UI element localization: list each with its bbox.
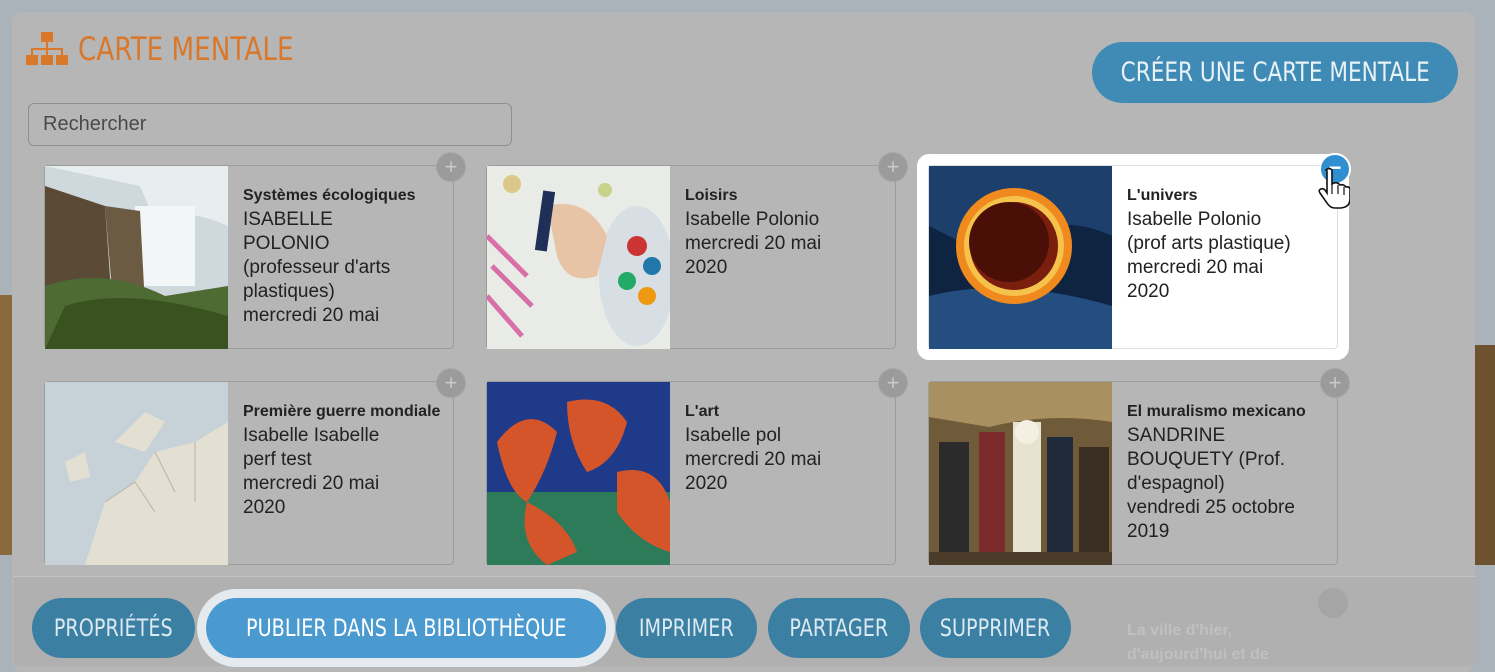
sitemap-icon bbox=[26, 32, 68, 65]
card-detail-line: vendredi 25 octobre bbox=[1127, 497, 1295, 518]
card-title: L'art bbox=[685, 403, 720, 420]
publish-to-library-button[interactable]: PUBLIER DANS LA BIBLIOTHÈQUE bbox=[206, 598, 606, 658]
select-card-icon[interactable]: + bbox=[436, 152, 466, 182]
background-decoration-right bbox=[1475, 345, 1495, 565]
share-button[interactable]: PARTAGER bbox=[768, 598, 910, 658]
card-title: Systèmes écologiques bbox=[243, 187, 416, 204]
mind-map-card[interactable]: Première guerre mondiale Isabelle Isabell… bbox=[44, 368, 466, 565]
card-thumbnail bbox=[45, 166, 228, 349]
select-card-icon[interactable]: + bbox=[878, 152, 908, 182]
card-title: Première guerre mondiale bbox=[243, 403, 441, 420]
mind-map-card[interactable]: L'univers Isabelle Polonio (prof arts plas… bbox=[928, 153, 1351, 349]
select-card-icon[interactable]: + bbox=[878, 368, 908, 398]
card-thumbnail bbox=[487, 382, 670, 565]
mind-map-card[interactable]: Systèmes écologiques ISABELLE POLONIO (prof… bbox=[44, 152, 466, 349]
card-detail-line: ISABELLE bbox=[243, 209, 333, 230]
card-thumbnail bbox=[929, 166, 1112, 349]
card-detail-line: mercredi 20 mai bbox=[685, 449, 822, 470]
page-title: CARTE MENTALE bbox=[78, 30, 294, 68]
card-detail-line: (professeur d'arts bbox=[243, 257, 391, 278]
card-detail-line: plastiques) bbox=[243, 281, 335, 302]
card-detail-line: mercredi 20 mai bbox=[243, 473, 380, 494]
card-info: Systèmes écologiques ISABELLE POLONIO (prof… bbox=[243, 184, 445, 346]
card-info: Première guerre mondiale Isabelle Isabell… bbox=[243, 400, 445, 562]
card-detail-line: 2020 bbox=[1127, 281, 1170, 302]
select-card-icon[interactable]: + bbox=[436, 368, 466, 398]
card-detail-line: BOUQUETY (Prof. bbox=[1127, 449, 1286, 470]
card-detail-line: mercredi 20 mai bbox=[243, 305, 380, 326]
mind-map-card[interactable]: Loisirs Isabelle Polonio mercredi 20 mai 20… bbox=[486, 152, 908, 349]
partial-card-title: La ville d'hier, d'aujourd'hui et de bbox=[1127, 622, 1269, 663]
card-detail-line: Isabelle Isabelle bbox=[243, 425, 380, 446]
card-title: El muralismo mexicano bbox=[1127, 403, 1306, 420]
page-header: CARTE MENTALE bbox=[26, 30, 341, 68]
card-detail-line: Isabelle pol bbox=[685, 425, 782, 446]
card-detail-line: 2020 bbox=[685, 473, 728, 494]
card-detail-line: Isabelle Polonio bbox=[1127, 209, 1262, 230]
hand-pointer-icon bbox=[1318, 167, 1350, 209]
properties-button[interactable]: PROPRIÉTÉS bbox=[32, 598, 195, 658]
mind-map-card[interactable]: El muralismo mexicano SANDRINE BOUQUETY (P… bbox=[928, 368, 1350, 565]
card-info: L'univers Isabelle Polonio (prof arts plas… bbox=[1127, 184, 1329, 346]
card-detail-line: mercredi 20 mai bbox=[1127, 257, 1264, 278]
card-detail-line: 2020 bbox=[685, 257, 728, 278]
delete-button[interactable]: SUPPRIMER bbox=[920, 598, 1071, 658]
card-detail-line: mercredi 20 mai bbox=[685, 233, 822, 254]
card-thumbnail bbox=[487, 166, 670, 349]
card-info: L'art Isabelle pol mercredi 20 mai 2020 bbox=[685, 400, 887, 562]
card-thumbnail bbox=[45, 382, 228, 565]
card-detail-line: 2020 bbox=[243, 497, 286, 518]
card-info: El muralismo mexicano SANDRINE BOUQUETY (P… bbox=[1127, 400, 1329, 562]
card-detail-line: 2019 bbox=[1127, 521, 1170, 542]
card-detail-line: SANDRINE bbox=[1127, 425, 1226, 446]
card-detail-line: d'espagnol) bbox=[1127, 473, 1225, 494]
card-detail-line: POLONIO bbox=[243, 233, 330, 254]
card-detail-line: perf test bbox=[243, 449, 312, 470]
mind-map-card[interactable]: L'art Isabelle pol mercredi 20 mai 2020 + bbox=[486, 368, 908, 565]
card-title: L'univers bbox=[1127, 187, 1198, 204]
card-info: Loisirs Isabelle Polonio mercredi 20 mai 20… bbox=[685, 184, 887, 346]
card-detail-line: Isabelle Polonio bbox=[685, 209, 820, 230]
create-mind-map-button[interactable]: CRÉER UNE CARTE MENTALE bbox=[1092, 42, 1458, 103]
search-input[interactable] bbox=[28, 103, 512, 146]
print-button[interactable]: IMPRIMER bbox=[616, 598, 757, 658]
card-thumbnail bbox=[929, 382, 1112, 565]
partial-card-add-icon bbox=[1318, 588, 1348, 618]
card-title: Loisirs bbox=[685, 187, 738, 204]
select-card-icon[interactable]: + bbox=[1320, 368, 1350, 398]
card-detail-line: (prof arts plastique) bbox=[1127, 233, 1291, 254]
